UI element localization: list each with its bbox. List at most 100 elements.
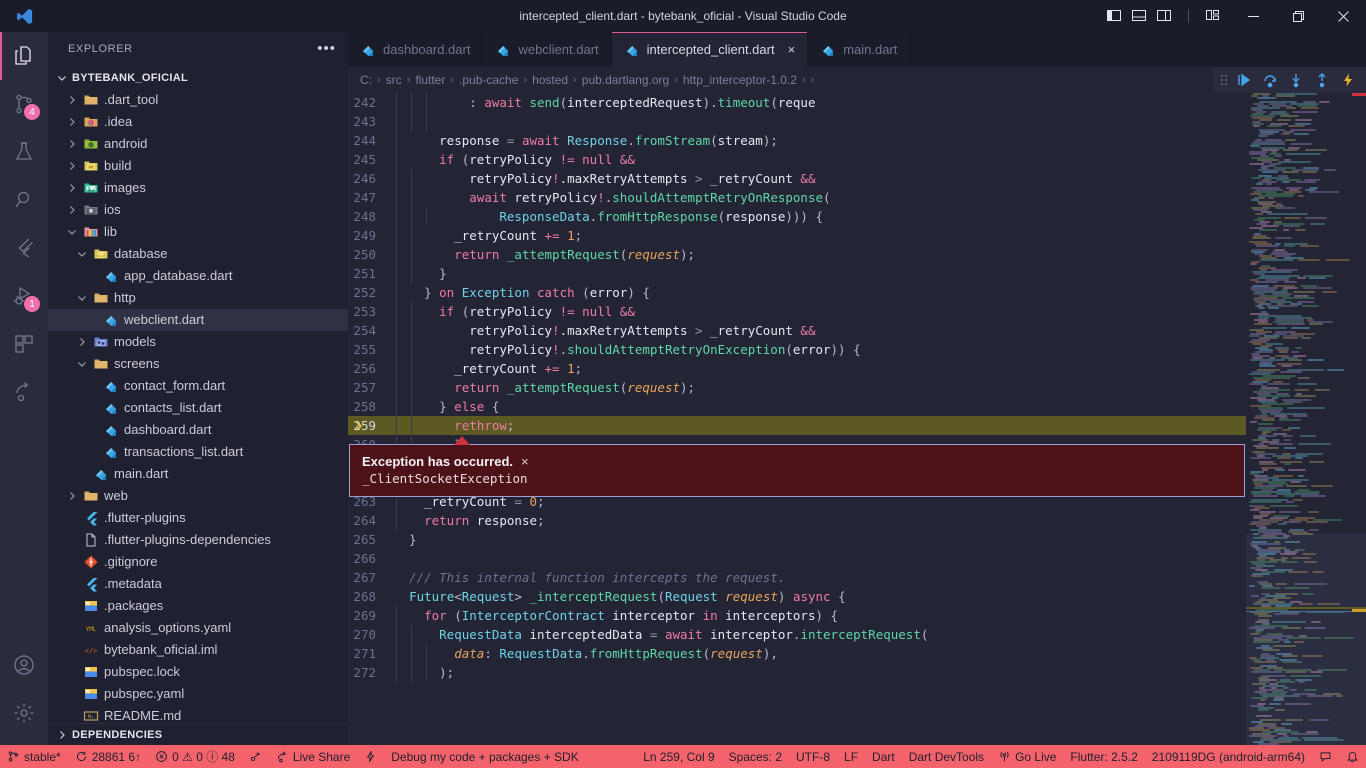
code-line[interactable]: 248 ResponseData.fromHttpResponse(respon… [348, 207, 1366, 226]
tree-item--packages[interactable]: .packages [48, 595, 348, 617]
tree-item--metadata[interactable]: .metadata [48, 573, 348, 595]
code-line[interactable]: 259 rethrow; [348, 416, 1366, 435]
status-debug-flash[interactable] [357, 745, 384, 768]
tree-item-analysis-options-yaml[interactable]: YML analysis_options.yaml [48, 617, 348, 639]
code-line[interactable]: 243 [348, 112, 1366, 131]
exception-close-icon[interactable]: × [521, 454, 529, 469]
status-ports[interactable] [242, 745, 269, 768]
code-line[interactable]: 255 retryPolicy!.shouldAttemptRetryOnExc… [348, 340, 1366, 359]
activity-source-control[interactable]: 4 [0, 80, 48, 128]
breadcrumb-segment[interactable]: src [386, 73, 402, 87]
code-line[interactable]: 249 _retryCount += 1; [348, 226, 1366, 245]
tree-item-readme-md[interactable]: M↓ README.md [48, 705, 348, 723]
tree-item-contact-form-dart[interactable]: contact_form.dart [48, 375, 348, 397]
code-line[interactable]: 242 : await send(interceptedRequest).tim… [348, 93, 1366, 112]
tree-item-http[interactable]: http [48, 287, 348, 309]
tree-item-web[interactable]: web [48, 485, 348, 507]
minimize-button[interactable] [1231, 0, 1276, 32]
activity-explorer[interactable] [0, 32, 48, 80]
tree-item-bytebank-oficial-iml[interactable]: </> bytebank_oficial.iml [48, 639, 348, 661]
debug-step-over-button[interactable] [1257, 67, 1283, 93]
code-line[interactable]: 245 if (retryPolicy != null && [348, 150, 1366, 169]
toggle-primary-sidebar-icon[interactable] [1106, 7, 1122, 26]
status-encoding[interactable]: UTF-8 [789, 745, 837, 768]
overview-ruler[interactable] [1352, 93, 1366, 745]
editor-minimap[interactable] [1246, 93, 1366, 745]
status-flutter-version[interactable]: Flutter: 2.5.2 [1063, 745, 1144, 768]
tree-item--flutter-plugins[interactable]: .flutter-plugins [48, 507, 348, 529]
code-line[interactable]: 258 } else { [348, 397, 1366, 416]
tree-item--idea[interactable]: .idea [48, 111, 348, 133]
tree-item-database[interactable]: database [48, 243, 348, 265]
activity-live-share[interactable] [0, 368, 48, 416]
code-line[interactable]: 254 retryPolicy!.maxRetryAttempts > _ret… [348, 321, 1366, 340]
code-line[interactable]: 265 } [348, 530, 1366, 549]
code-line[interactable]: 267 /// This internal function intercept… [348, 568, 1366, 587]
code-line[interactable]: 270 RequestData interceptedData = await … [348, 625, 1366, 644]
tree-item-contacts-list-dart[interactable]: contacts_list.dart [48, 397, 348, 419]
tree-item-app-database-dart[interactable]: app_database.dart [48, 265, 348, 287]
breadcrumb-segment[interactable]: C: [360, 73, 372, 87]
tree-item-images[interactable]: images [48, 177, 348, 199]
tree-item-webclient-dart[interactable]: webclient.dart [48, 308, 348, 331]
activity-extensions[interactable] [0, 320, 48, 368]
code-lines[interactable]: 242 : await send(interceptedRequest).tim… [348, 93, 1366, 745]
status-notifications[interactable] [1339, 745, 1366, 768]
tree-root-folder[interactable]: BYTEBANK_OFICIAL [48, 67, 348, 89]
code-line[interactable]: 266 [348, 549, 1366, 568]
code-line[interactable]: 252 } on Exception catch (error) { [348, 283, 1366, 302]
tree-item-dashboard-dart[interactable]: dashboard.dart [48, 419, 348, 441]
status-live-share[interactable]: Live Share [269, 745, 357, 768]
tree-item-transactions-list-dart[interactable]: transactions_list.dart [48, 441, 348, 463]
minimap-slider[interactable] [1246, 533, 1366, 745]
tab-intercepted-client-dart[interactable]: intercepted_client.dart × [611, 32, 809, 67]
debug-restart-button[interactable] [1361, 67, 1366, 93]
debug-step-out-button[interactable] [1309, 67, 1335, 93]
code-line[interactable]: 271 data: RequestData.fromHttpRequest(re… [348, 644, 1366, 663]
tab-close-icon[interactable]: × [788, 42, 796, 57]
breadcrumb-segment[interactable]: http_interceptor-1.0.2 [683, 73, 797, 87]
tree-item--gitignore[interactable]: .gitignore [48, 551, 348, 573]
tree-item-android[interactable]: android [48, 133, 348, 155]
tree-item--dart-tool[interactable]: .dart_tool [48, 89, 348, 111]
maximize-button[interactable] [1276, 0, 1321, 32]
tab-main-dart[interactable]: main.dart [808, 32, 911, 67]
toggle-secondary-sidebar-icon[interactable] [1156, 7, 1172, 26]
toggle-panel-icon[interactable] [1131, 7, 1147, 26]
code-line[interactable]: 253 if (retryPolicy != null && [348, 302, 1366, 321]
code-line[interactable]: 272 ); [348, 663, 1366, 682]
status-sync[interactable]: 28861 6↑ [68, 745, 148, 768]
code-line[interactable]: 244 response = await Response.fromStream… [348, 131, 1366, 150]
tree-item-pubspec-lock[interactable]: pubspec.lock [48, 661, 348, 683]
status-eol[interactable]: LF [837, 745, 865, 768]
tree-item-screens[interactable]: screens [48, 353, 348, 375]
tree-item-models[interactable]: models [48, 331, 348, 353]
debug-continue-button[interactable] [1231, 67, 1257, 93]
status-dart-devtools[interactable]: Dart DevTools [902, 745, 991, 768]
activity-search[interactable] [0, 176, 48, 224]
status-language-mode[interactable]: Dart [865, 745, 902, 768]
sidebar-more-actions-icon[interactable]: ••• [317, 41, 336, 56]
status-debug-config[interactable]: Debug my code + packages + SDK [384, 745, 585, 768]
status-indentation[interactable]: Spaces: 2 [722, 745, 789, 768]
code-line[interactable]: 256 _retryCount += 1; [348, 359, 1366, 378]
status-remote-branch[interactable]: stable* [0, 745, 68, 768]
activity-settings[interactable] [0, 689, 48, 737]
tree-item-ios[interactable]: ios [48, 199, 348, 221]
code-line[interactable]: 264 return response; [348, 511, 1366, 530]
debug-hot-reload-button[interactable] [1335, 67, 1361, 93]
breadcrumb[interactable]: C: › src › flutter › .pub-cache › hosted › pub.dar… [348, 73, 814, 87]
tree-item-pubspec-yaml[interactable]: pubspec.yaml [48, 683, 348, 705]
code-line[interactable]: 269 for (InterceptorContract interceptor… [348, 606, 1366, 625]
code-line[interactable]: 247 await retryPolicy!.shouldAttemptRetr… [348, 188, 1366, 207]
breadcrumb-segment[interactable]: hosted [532, 73, 568, 87]
tab-webclient-dart[interactable]: webclient.dart [483, 32, 612, 67]
code-line[interactable]: 257 return _attemptRequest(request); [348, 378, 1366, 397]
status-cursor-position[interactable]: Ln 259, Col 9 [636, 745, 721, 768]
breadcrumb-segment[interactable]: flutter [415, 73, 445, 87]
activity-testing[interactable] [0, 128, 48, 176]
status-feedback[interactable] [1312, 745, 1339, 768]
dependencies-section[interactable]: DEPENDENCIES [48, 723, 348, 745]
activity-flutter[interactable] [0, 224, 48, 272]
tree-item-build[interactable]: build [48, 155, 348, 177]
